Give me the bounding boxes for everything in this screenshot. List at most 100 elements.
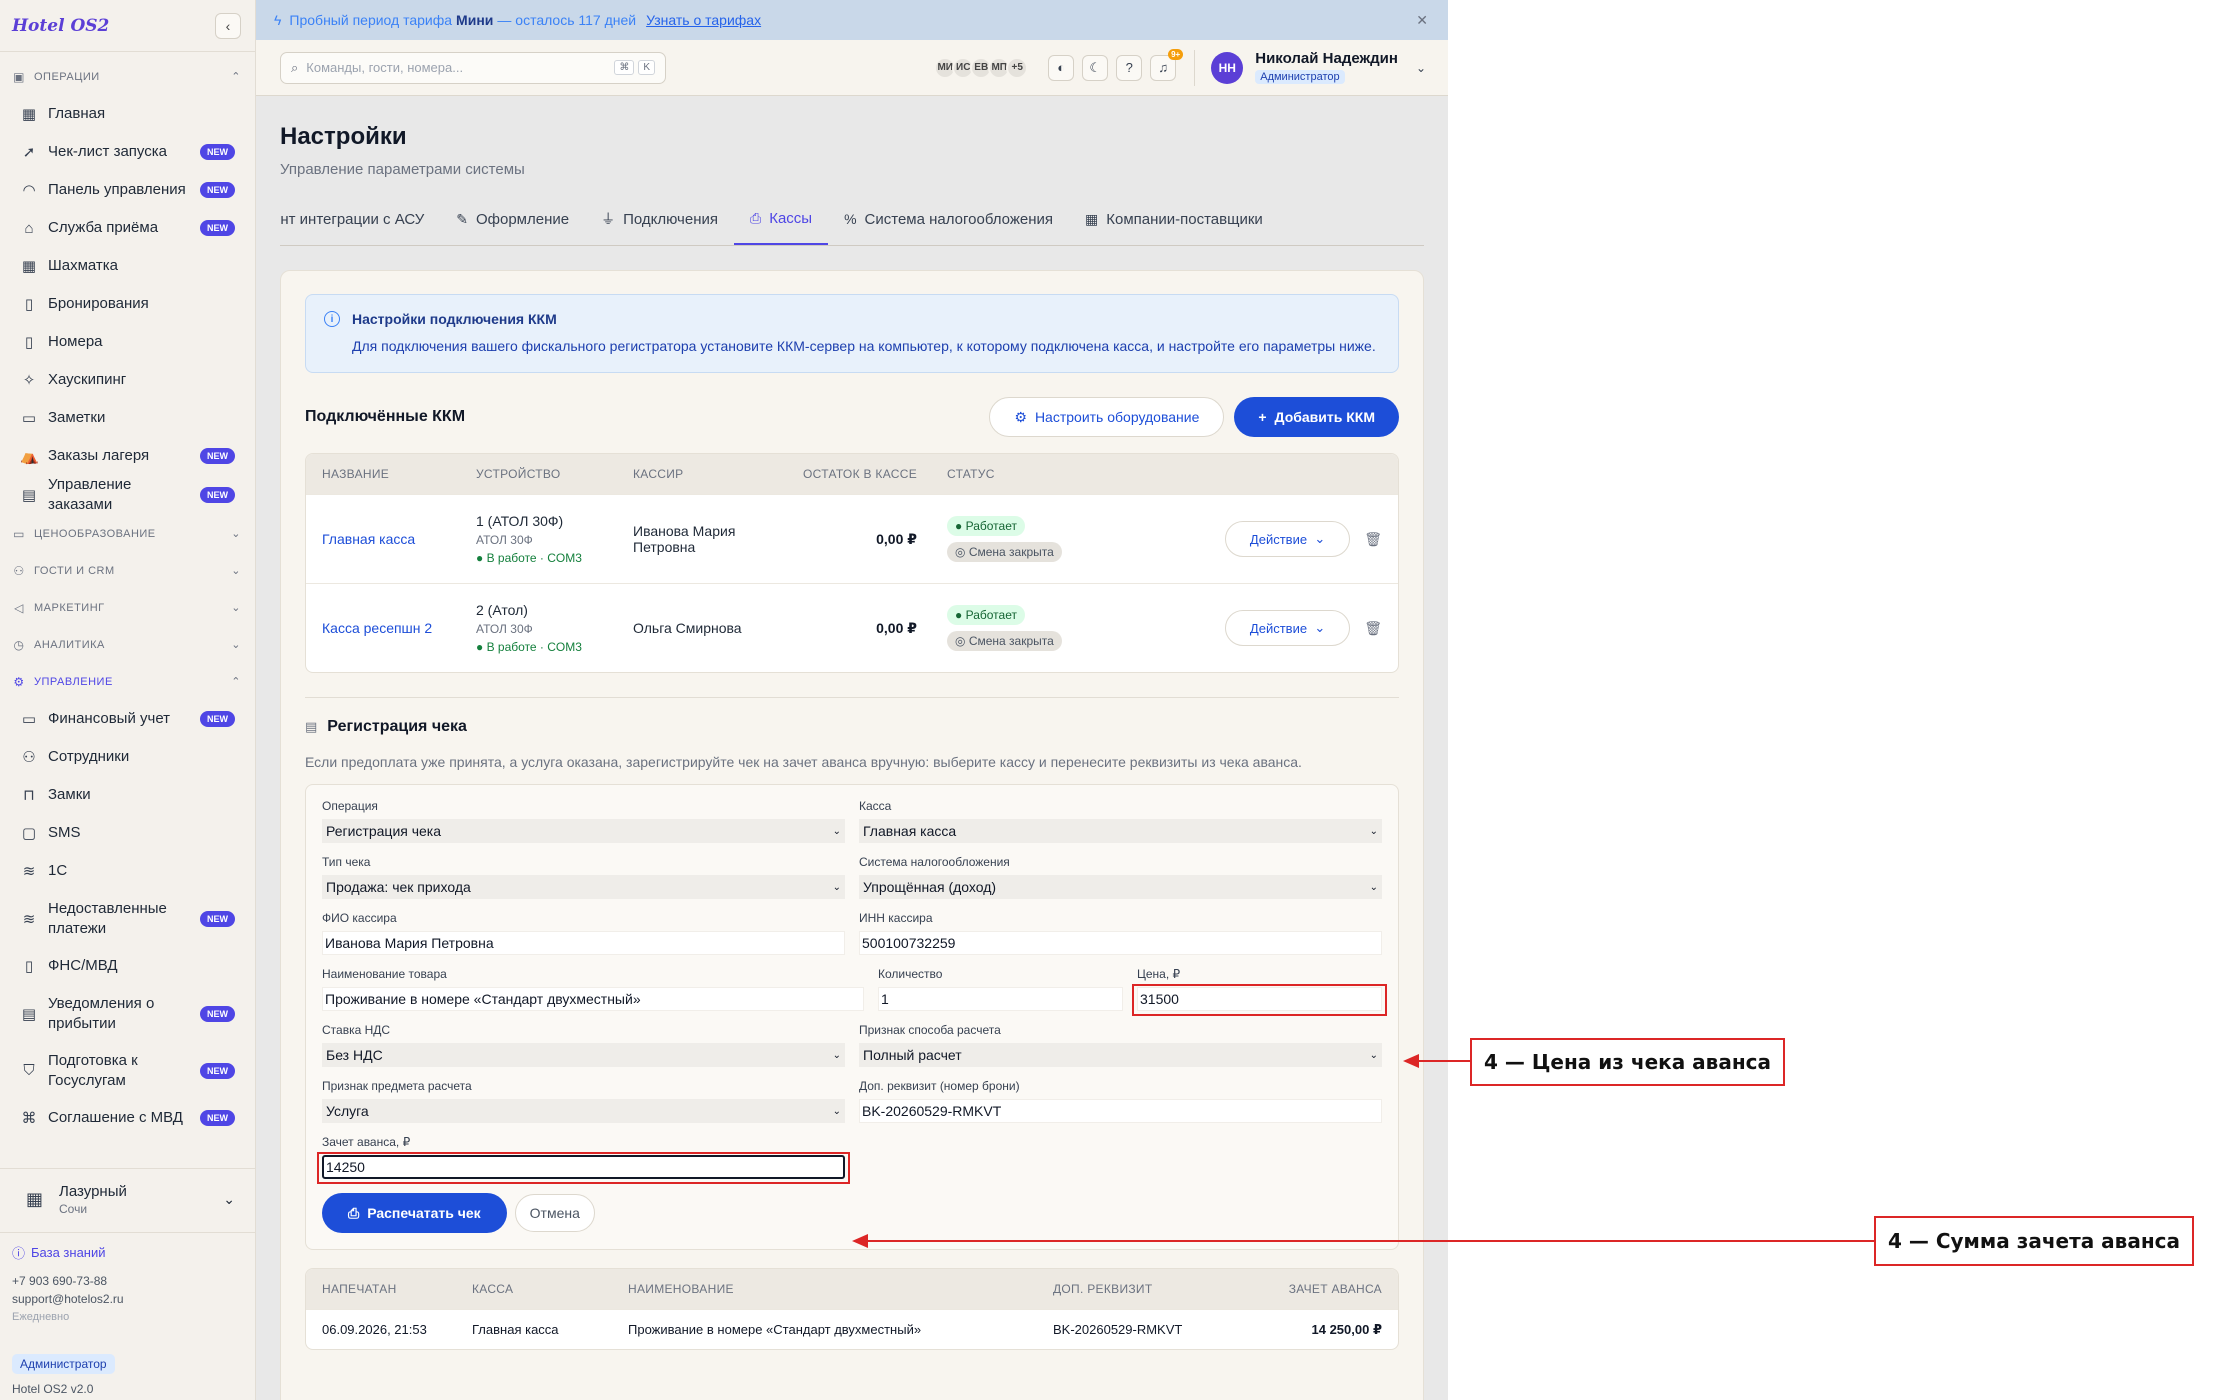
sidebar-item[interactable]: ⊓ Замки [0, 776, 255, 814]
register-select[interactable]: Главная касса ⌄ [859, 819, 1382, 843]
tab[interactable]: ⏚ Подключения [585, 204, 734, 245]
vat-select[interactable]: Без НДС ⌄ [322, 1043, 845, 1067]
sidebar-item[interactable]: ➚ Чек-лист запуска NEW [0, 133, 255, 171]
table-header: НАЗВАНИЕ УСТРОЙСТВО КАССИР ОСТАТОК В КАС… [306, 454, 1398, 494]
field-label: ФИО кассира [322, 911, 397, 925]
briefcase-icon: ▣ [13, 69, 25, 84]
sidebar-item[interactable]: ≋ 1C [0, 852, 255, 890]
sidebar-item[interactable]: ▤ Уведомления о прибытии NEW [0, 985, 255, 1042]
knowledge-base-link[interactable]: ⓘ База знаний [12, 1243, 243, 1262]
chevron-down-icon: ⌄ [832, 1105, 841, 1117]
chevron-down-icon: ⌄ [1314, 620, 1326, 635]
action-dropdown-button[interactable]: Действие ⌄ [1224, 521, 1351, 557]
sidebar-item[interactable]: ⛉ Подготовка к Госуслугам NEW [0, 1042, 255, 1099]
add-kkm-button[interactable]: + Добавить ККМ [1234, 397, 1399, 437]
search-input[interactable]: ⌕ Команды, гости, номера... ⌘ K [280, 51, 666, 84]
sidebar-item[interactable]: ✧ Хаускипинг [0, 361, 255, 399]
kkm-name-link[interactable]: Касса ресепшн 2 [322, 620, 432, 636]
support-phone[interactable]: +7 903 690-73-88 [12, 1272, 243, 1290]
tab[interactable]: ⎙ Кассы [734, 204, 829, 245]
column-header: КАССА [472, 1282, 514, 1296]
section-analytics[interactable]: ◷ АНАЛИТИКА ⌄ [0, 626, 255, 663]
tab[interactable]: ✎ Оформление [440, 204, 585, 245]
sidebar-item[interactable]: ▭ Заметки [0, 399, 255, 437]
action-dropdown-button[interactable]: Действие ⌄ [1224, 610, 1351, 646]
sidebar-item[interactable]: ≋ Недоставленные платежи NEW [0, 890, 255, 947]
sidebar-item[interactable]: ▢ SMS [0, 814, 255, 852]
sidebar-item[interactable]: ▦ Главная [0, 95, 255, 133]
section-management[interactable]: ⚙ УПРАВЛЕНИЕ ⌃ [0, 663, 255, 700]
close-icon[interactable]: ✕ [1416, 12, 1428, 29]
sidebar-item[interactable]: ⚇ Сотрудники [0, 738, 255, 776]
section-operations[interactable]: ▣ ОПЕРАЦИИ ⌃ [0, 58, 255, 95]
theme-toggle-button[interactable]: ☾ [1082, 54, 1109, 81]
user-info[interactable]: Николай Надеждин Администратор [1255, 50, 1398, 85]
sidebar-item[interactable]: ⛺ Заказы лагеря NEW [0, 437, 255, 475]
search-icon: ⌕ [291, 59, 299, 75]
table-icon: ▦ [21, 258, 37, 275]
quantity-input[interactable]: 1 [878, 987, 1123, 1011]
sidebar-item[interactable]: ◠ Панель управления NEW [0, 171, 255, 209]
printer-icon: ⎙ [750, 209, 762, 226]
field-label: Тип чека [322, 855, 371, 869]
payment-method-select[interactable]: Полный расчет ⌄ [859, 1043, 1382, 1067]
sidebar-item[interactable]: ⌂ Служба приёма NEW [0, 209, 255, 247]
advance-amount-input[interactable]: 14250 [322, 1155, 845, 1179]
sidebar-item[interactable]: ▭ Финансовый учет NEW [0, 700, 255, 738]
online-users[interactable]: МИ ИС ЕВ МП +5 [934, 56, 1029, 79]
device-name: 1 (АТОЛ 30Ф) [476, 513, 564, 529]
user-avatar[interactable]: НН [1211, 51, 1244, 84]
new-badge: NEW [200, 910, 235, 927]
booking-number-input[interactable]: BK-20260529-RMKVT [859, 1099, 1382, 1123]
column-header: НАЗВАНИЕ [322, 467, 390, 481]
payment-subject-select[interactable]: Услуга ⌄ [322, 1099, 845, 1123]
sidebar-item-label: Недоставленные платежи [48, 899, 167, 937]
trash-icon[interactable]: 🗑 [1364, 620, 1382, 637]
pen-icon: ✎ [456, 210, 468, 227]
gauge-icon: ◠ [22, 182, 36, 199]
configure-equipment-button[interactable]: ⚙ Настроить оборудование [989, 397, 1225, 437]
product-name-input[interactable]: Проживание в номере «Стандарт двухместны… [322, 987, 864, 1011]
section-guests[interactable]: ⚇ ГОСТИ И CRM ⌄ [0, 552, 255, 589]
help-button[interactable]: ? [1116, 54, 1143, 81]
sidebar-item[interactable]: ⌘ Соглашение с МВД NEW [0, 1099, 255, 1137]
section-pricing[interactable]: ▭ ЦЕНООБРАЗОВАНИЕ ⌄ [0, 515, 255, 552]
status-dot-icon: ● [955, 608, 963, 622]
trash-icon[interactable]: 🗑 [1364, 531, 1382, 548]
door-icon: ▯ [24, 334, 34, 351]
operation-select[interactable]: Регистрация чека ⌄ [322, 819, 845, 843]
tax-system-select[interactable]: Упрощённая (доход) ⌄ [859, 875, 1382, 899]
cashier-name-input[interactable]: Иванова Мария Петровна [322, 931, 845, 955]
sidebar-item[interactable]: ▯ ФНС/МВД [0, 947, 255, 985]
topbar: ⌕ Команды, гости, номера... ⌘ K МИ ИС ЕВ … [256, 40, 1448, 96]
tab[interactable]: % Система налогообложения [828, 204, 1069, 245]
advance-amount: 14 250,00 ₽ [1311, 1321, 1383, 1337]
table-row[interactable]: 06.09.2026, 21:53 Главная касса Проживан… [306, 1309, 1398, 1349]
cancel-button[interactable]: Отмена [514, 1194, 595, 1232]
support-email[interactable]: support@hotelos2.ru [12, 1290, 243, 1308]
sidebar-item[interactable]: ▯ Номера [0, 323, 255, 361]
kkm-name-link[interactable]: Главная касса [322, 531, 415, 547]
cashier-inn-input[interactable]: 500100732259 [859, 931, 1382, 955]
sidebar-item[interactable]: ▯ Бронирования [0, 285, 255, 323]
hotel-switcher[interactable]: ▦ Лазурный Сочи ⌄ [0, 1168, 255, 1230]
section-marketing[interactable]: ◁ МАРКЕТИНГ ⌄ [0, 589, 255, 626]
palette-button[interactable]: ◐ [1048, 54, 1075, 81]
help-circle-icon: ⓘ [12, 1246, 26, 1261]
sidebar-item[interactable]: ▦ Шахматка [0, 247, 255, 285]
collapse-sidebar-button[interactable]: ‹ [215, 12, 241, 39]
chevron-down-icon[interactable]: ⌄ [1416, 61, 1426, 75]
sidebar-item-label: Бронирования [48, 295, 149, 312]
pricing-link[interactable]: Узнать о тарифах [646, 12, 761, 28]
tab[interactable]: ент интеграции с АСУ [280, 204, 440, 245]
tab[interactable]: ▦ Компании-поставщики [1069, 204, 1279, 245]
field-label: Операция [322, 799, 378, 813]
notifications-button[interactable]: ♫ 9+ [1150, 48, 1184, 81]
receipt-type-select[interactable]: Продажа: чек прихода ⌄ [322, 875, 845, 899]
sidebar-footer: ⓘ База знаний +7 903 690-73-88 support@ho… [0, 1232, 255, 1400]
divider [305, 697, 1399, 698]
price-input[interactable]: 31500 [1137, 987, 1382, 1011]
chevron-down-icon: ⌄ [1369, 1049, 1378, 1061]
print-receipt-button[interactable]: ⎙ Распечатать чек [322, 1193, 507, 1233]
sidebar-item[interactable]: ▤ Управление заказами NEW [0, 475, 255, 515]
